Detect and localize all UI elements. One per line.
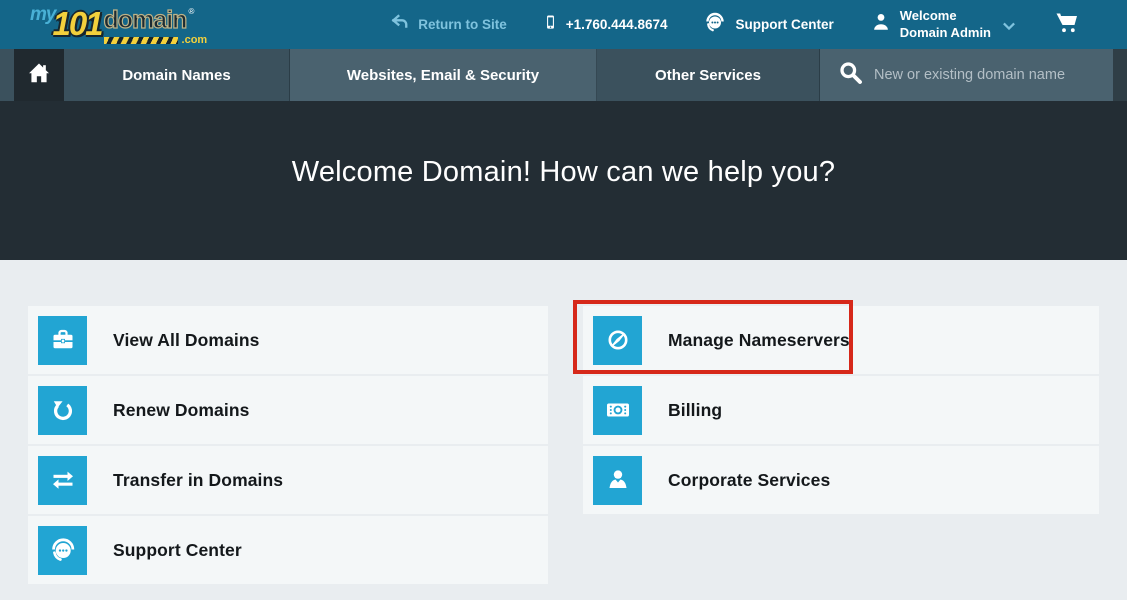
hero-banner: Welcome Domain! How can we help you? [0,101,1127,260]
left-tile-column: View All Domains Renew Domains [28,306,548,584]
welcome-line1: Welcome [900,8,991,24]
right-tile-column: Manage Nameservers Billing [583,306,1099,514]
tile-corporate-services[interactable]: Corporate Services [583,446,1099,514]
tab-websites-email-security[interactable]: Websites, Email & Security [290,49,597,101]
headset-icon [703,10,727,39]
search-input[interactable] [874,67,1104,83]
domain-search-box [820,49,1113,101]
tile-corporate-services-label: Corporate Services [668,470,830,491]
cart-button[interactable] [1053,10,1081,39]
banknote-icon [593,386,642,435]
shopping-cart-icon [1053,10,1081,39]
tile-manage-nameservers[interactable]: Manage Nameservers [583,306,1099,374]
topbar-links: Return to Site +1.760.444.8674 [390,8,1127,41]
dashboard-content: View All Domains Renew Domains [0,260,1127,600]
main-navigation: Domain Names Websites, Email & Security … [0,49,1127,101]
logo-com-text: .com [182,35,208,46]
phone-number[interactable]: +1.760.444.8674 [543,11,668,38]
tab-domain-names[interactable]: Domain Names [64,49,290,101]
compass-icon [593,316,642,365]
businessman-icon [593,456,642,505]
search-icon [838,60,864,91]
logo-domain-text: domain [104,8,187,33]
tile-renew-domains-label: Renew Domains [113,400,249,421]
chevron-down-icon [1001,19,1017,37]
tab-domain-names-label: Domain Names [122,67,230,84]
tab-websites-email-security-label: Websites, Email & Security [347,67,539,84]
tile-billing[interactable]: Billing [583,376,1099,444]
tab-other-services[interactable]: Other Services [597,49,820,101]
return-arrow-icon [390,13,410,36]
tile-transfer-in-domains[interactable]: Transfer in Domains [28,446,548,514]
logo-hazard-stripes [104,37,178,44]
welcome-text: Welcome Domain Admin [900,8,991,41]
tile-renew-domains[interactable]: Renew Domains [28,376,548,444]
tile-transfer-in-domains-label: Transfer in Domains [113,470,283,491]
nav-left-edge [0,49,14,101]
welcome-line2: Domain Admin [900,25,991,41]
site-logo[interactable]: my 101 domain ® .com [30,3,207,46]
return-to-site-label: Return to Site [418,17,507,32]
tile-support-center-label: Support Center [113,540,242,561]
tab-other-services-label: Other Services [655,67,761,84]
briefcase-icon [38,316,87,365]
top-bar: my 101 domain ® .com Return to Site [0,0,1127,49]
registered-mark: ® [188,7,194,16]
home-tab[interactable] [14,49,64,101]
support-center-label: Support Center [735,17,833,32]
tile-view-all-domains[interactable]: View All Domains [28,306,548,374]
return-to-site-link[interactable]: Return to Site [390,13,507,36]
logo-domain-block: domain ® .com [104,8,208,46]
mobile-phone-icon [543,11,558,38]
home-icon [26,60,52,91]
tile-support-center[interactable]: Support Center [28,516,548,584]
tile-view-all-domains-label: View All Domains [113,330,260,351]
support-center-link[interactable]: Support Center [703,10,833,39]
phone-number-label: +1.760.444.8674 [566,17,668,32]
user-icon [870,11,892,38]
logo-101-text: 101 [52,7,101,40]
page-title: Welcome Domain! How can we help you? [292,156,835,189]
tile-billing-label: Billing [668,400,722,421]
renew-icon [38,386,87,435]
transfer-arrows-icon [38,456,87,505]
account-menu[interactable]: Welcome Domain Admin [870,8,1017,41]
headset-icon [38,526,87,575]
nav-right-edge [1113,49,1127,101]
tile-manage-nameservers-label: Manage Nameservers [668,330,850,351]
